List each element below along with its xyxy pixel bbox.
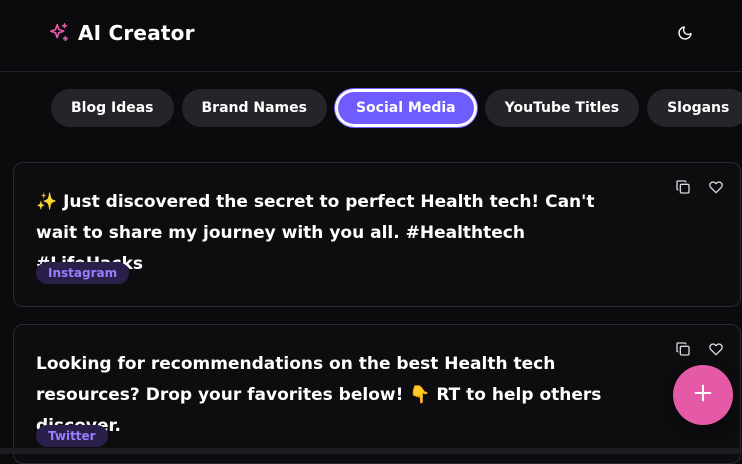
idea-card: ✨ Just discovered the secret to perfect … xyxy=(13,162,741,307)
bottom-divider xyxy=(0,448,742,454)
tab-blog-ideas[interactable]: Blog Ideas xyxy=(51,89,174,127)
copy-icon[interactable] xyxy=(673,339,693,359)
tab-slogans[interactable]: Slogans xyxy=(647,89,742,127)
platform-badge: Twitter xyxy=(36,425,108,447)
tab-brand-names[interactable]: Brand Names xyxy=(181,89,327,127)
heart-icon[interactable] xyxy=(706,339,726,359)
idea-text: Looking for recommendations on the best … xyxy=(36,354,602,436)
app-header: AI Creator xyxy=(0,0,742,72)
tab-youtube-titles[interactable]: YouTube Titles xyxy=(484,89,640,127)
category-tabs: Blog Ideas Brand Names Social Media YouT… xyxy=(51,89,742,127)
plus-icon xyxy=(692,382,714,408)
add-idea-button[interactable] xyxy=(673,365,733,425)
sparkles-icon xyxy=(48,22,70,44)
heart-icon[interactable] xyxy=(706,177,726,197)
moon-icon xyxy=(677,25,693,45)
brand: AI Creator xyxy=(48,21,195,45)
idea-card: Looking for recommendations on the best … xyxy=(13,324,741,464)
tab-social-media[interactable]: Social Media xyxy=(334,89,477,127)
platform-badge: Instagram xyxy=(36,262,130,284)
card-actions xyxy=(673,177,726,197)
copy-icon[interactable] xyxy=(673,177,693,197)
theme-toggle-button[interactable] xyxy=(672,22,698,48)
card-actions xyxy=(673,339,726,359)
app-title: AI Creator xyxy=(78,21,195,45)
